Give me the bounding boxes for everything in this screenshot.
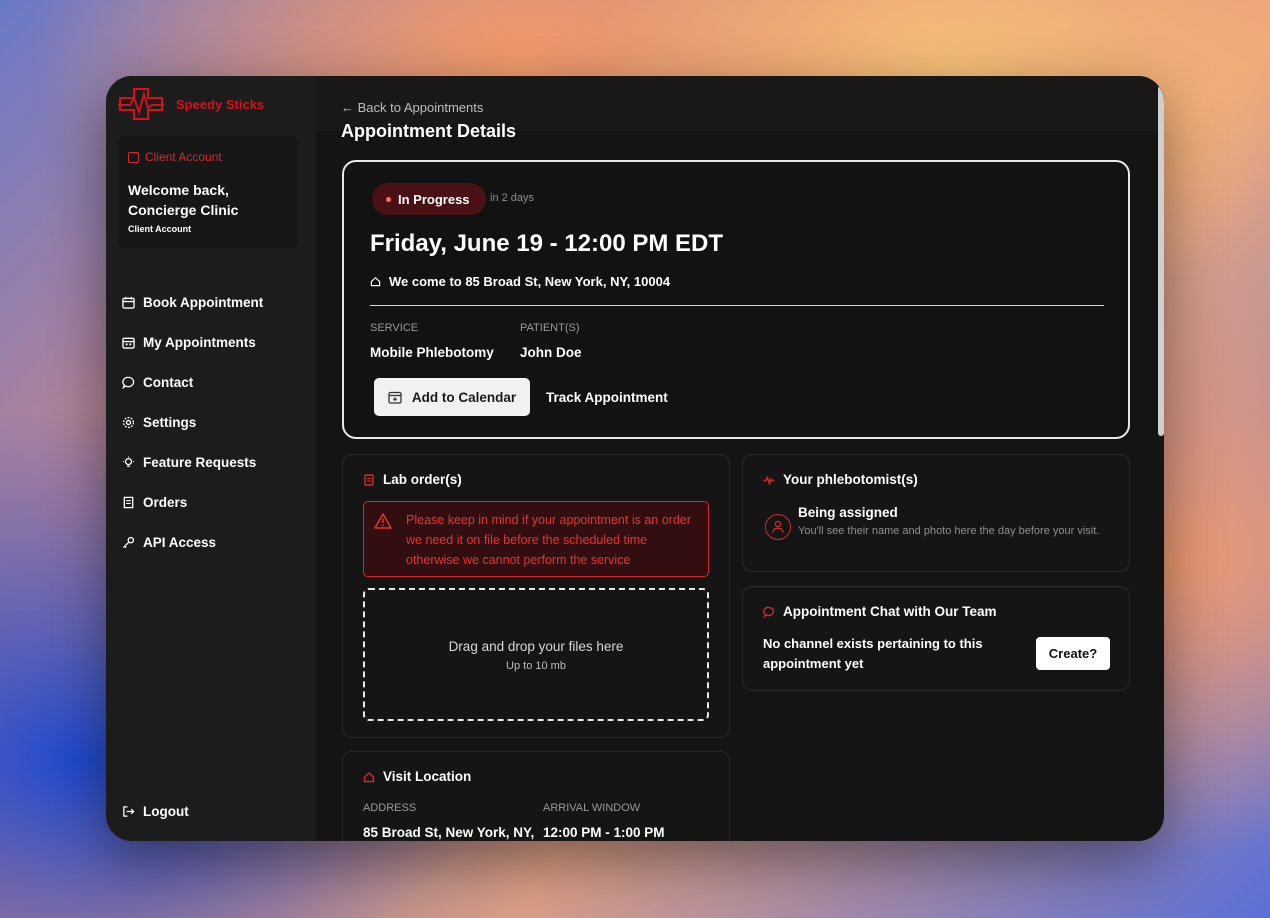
- sidebar: Speedy Sticks Client Account Welcome bac…: [106, 76, 316, 841]
- chat-title-text: Appointment Chat with Our Team: [783, 604, 997, 619]
- address-label: ADDRESS: [363, 802, 417, 814]
- appointment-summary-card: In Progress in 2 days Friday, June 19 - …: [342, 160, 1130, 439]
- service-label: SERVICE: [370, 322, 419, 334]
- chat-bubble-icon: [122, 376, 135, 389]
- account-kicker: Client Account: [128, 150, 222, 164]
- sidebar-item-api-access[interactable]: API Access: [122, 522, 263, 562]
- scrollbar[interactable]: [1158, 86, 1164, 436]
- appointment-address: We come to 85 Broad St, New York, NY, 10…: [370, 274, 670, 289]
- home-icon: [370, 277, 381, 287]
- document-icon: [364, 473, 374, 486]
- visit-location-title: Visit Location: [363, 769, 471, 784]
- file-drop-zone[interactable]: Drag and drop your files here Up to 10 m…: [363, 588, 709, 721]
- brand[interactable]: Speedy Sticks: [116, 86, 264, 122]
- warning-icon: [374, 513, 392, 529]
- sidebar-item-settings[interactable]: Settings: [122, 402, 263, 442]
- chat-title: Appointment Chat with Our Team: [763, 604, 997, 619]
- sidebar-nav: Book Appointment My Appointments Contact…: [122, 282, 263, 562]
- address-value: 85 Broad St, New York, NY,: [363, 825, 535, 840]
- appointment-chat-panel: Appointment Chat with Our Team No channe…: [742, 586, 1130, 691]
- sidebar-item-label: Book Appointment: [143, 294, 264, 310]
- account-kicker-label: Client Account: [145, 150, 222, 164]
- brand-name: Speedy Sticks: [176, 96, 265, 112]
- status-label: In Progress: [398, 191, 470, 207]
- sidebar-item-label: My Appointments: [143, 334, 256, 350]
- relative-time: in 2 days: [490, 192, 535, 204]
- heartbeat-icon: [763, 475, 775, 486]
- calendar-icon: [122, 337, 135, 349]
- phlebotomist-title: Your phlebotomist(s): [763, 472, 918, 487]
- calendar-add-icon: [388, 391, 402, 404]
- back-to-appointments-link[interactable]: ← Back to Appointments: [341, 100, 483, 115]
- logout-icon: [123, 806, 135, 817]
- calendar-icon: [122, 296, 135, 309]
- logout-button[interactable]: Logout: [122, 804, 189, 819]
- track-appointment-button[interactable]: Track Appointment: [546, 390, 668, 405]
- appointment-address-text: We come to 85 Broad St, New York, NY, 10…: [389, 274, 671, 289]
- drop-zone-limit: Up to 10 mb: [506, 660, 566, 672]
- sidebar-item-feature-requests[interactable]: Feature Requests: [122, 442, 263, 482]
- lightbulb-icon: [122, 455, 135, 467]
- main-content: ← Back to Appointments Appointment Detai…: [316, 76, 1164, 841]
- sidebar-item-label: Settings: [143, 414, 197, 430]
- account-card: Client Account Welcome back, Concierge C…: [118, 136, 298, 248]
- sidebar-item-label: API Access: [143, 534, 217, 550]
- lab-order-warning-text: Please keep in mind if your appointment …: [406, 513, 691, 567]
- lab-order-warning: Please keep in mind if your appointment …: [363, 501, 709, 577]
- chat-empty-message: No channel exists pertaining to this app…: [763, 636, 983, 671]
- avatar: [765, 514, 791, 540]
- user-icon: [772, 520, 784, 533]
- lab-orders-title-text: Lab order(s): [383, 472, 462, 487]
- drop-zone-text: Drag and drop your files here: [448, 639, 624, 654]
- key-icon: [122, 536, 135, 548]
- create-channel-button[interactable]: Create?: [1036, 637, 1110, 670]
- arrival-window-value: 12:00 PM - 1:00 PM: [543, 825, 665, 840]
- phlebotomist-panel: Your phlebotomist(s) Being assigned You'…: [742, 454, 1130, 572]
- sidebar-item-book-appointment[interactable]: Book Appointment: [122, 282, 263, 322]
- sidebar-item-label: Feature Requests: [143, 454, 257, 470]
- status-badge: In Progress: [372, 183, 486, 215]
- patients-label: PATIENT(S): [520, 322, 580, 334]
- add-to-calendar-label: Add to Calendar: [411, 389, 517, 405]
- sidebar-item-label: Orders: [143, 494, 188, 510]
- divider: [370, 305, 1104, 306]
- receipt-icon: [123, 496, 134, 508]
- page-title: Appointment Details: [341, 121, 517, 141]
- visit-location-panel: Visit Location ADDRESS 85 Broad St, New …: [342, 751, 730, 841]
- home-icon: [363, 771, 375, 782]
- lab-orders-panel: Lab order(s) Please keep in mind if your…: [342, 454, 730, 738]
- logout-label: Logout: [143, 804, 189, 819]
- sidebar-item-orders[interactable]: Orders: [122, 482, 263, 522]
- building-icon: [128, 151, 139, 163]
- service-value: Mobile Phlebotomy: [370, 345, 494, 360]
- phlebotomist-status: Being assigned: [798, 505, 898, 520]
- phlebotomist-note: You'll see their name and photo here the…: [798, 525, 1100, 537]
- app-window: Speedy Sticks Client Account Welcome bac…: [106, 76, 1164, 841]
- visit-location-title-text: Visit Location: [383, 769, 472, 784]
- status-dot: [386, 196, 391, 202]
- sidebar-item-my-appointments[interactable]: My Appointments: [122, 322, 263, 362]
- welcome-message: Welcome back, Concierge Clinic: [128, 182, 239, 218]
- lab-orders-title: Lab order(s): [363, 472, 462, 487]
- chat-bubble-icon: [763, 606, 774, 618]
- heartbeat-cross-icon: [118, 88, 164, 120]
- arrival-window-label: ARRIVAL WINDOW: [543, 802, 641, 814]
- gear-icon: [122, 416, 135, 428]
- appointment-datetime: Friday, June 19 - 12:00 PM EDT: [370, 230, 724, 257]
- patients-value: John Doe: [520, 345, 582, 360]
- account-subtitle: Client Account: [128, 224, 192, 234]
- sidebar-item-label: Contact: [143, 374, 194, 390]
- add-to-calendar-button[interactable]: Add to Calendar: [374, 378, 530, 416]
- phlebotomist-title-text: Your phlebotomist(s): [783, 472, 918, 487]
- sidebar-item-contact[interactable]: Contact: [122, 362, 263, 402]
